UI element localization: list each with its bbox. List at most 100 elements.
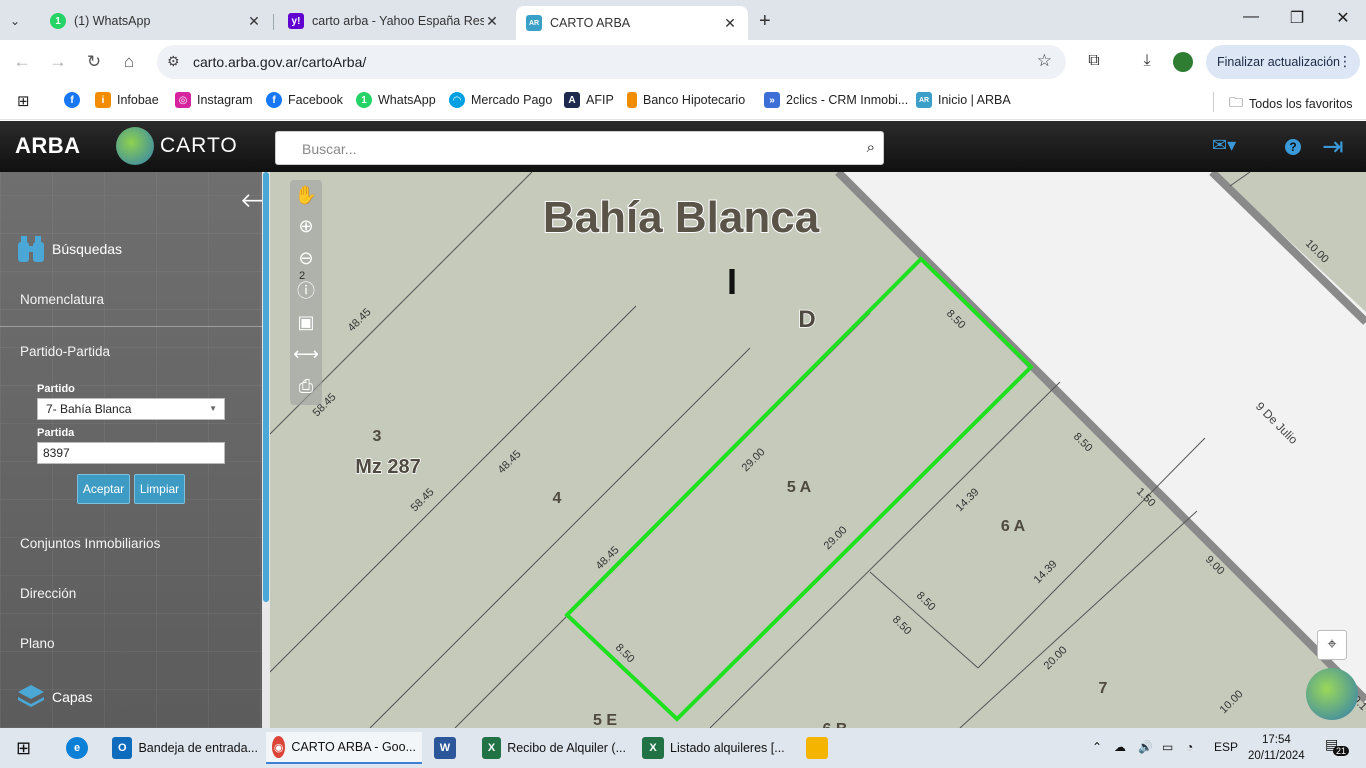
map-canvas[interactable]: Bahía Blanca I D Mz 287 3 4 5 A 6 A 7 5 … xyxy=(270,172,1366,728)
bookmark-mercadopago[interactable]: ◠ Mercado Pago xyxy=(449,92,552,108)
back-icon[interactable]: ← xyxy=(12,52,32,72)
tab-carto-arba[interactable]: AR CARTO ARBA ✕ xyxy=(516,6,748,40)
layers-icon xyxy=(18,685,44,707)
section-label: Búsquedas xyxy=(52,241,123,257)
volume-icon[interactable]: 🔊 xyxy=(1138,740,1153,754)
logout-icon[interactable]: ⇥ xyxy=(1322,131,1344,162)
measure-icon[interactable]: ⟷ xyxy=(293,342,319,366)
info-icon[interactable]: ⓘ xyxy=(294,278,318,302)
update-button[interactable]: Finalizar actualización ⋮ xyxy=(1206,45,1360,79)
url-text[interactable]: carto.arba.gov.ar/cartoArba/ xyxy=(193,54,366,70)
arba-icon: AR xyxy=(526,15,542,31)
taskbar-app-excel-recibo[interactable]: X Recibo de Alquiler (... xyxy=(476,732,632,764)
excel-icon: X xyxy=(642,737,664,759)
start-icon[interactable]: ⊞ xyxy=(10,732,37,764)
taskbar-app-chrome[interactable]: ◉ CARTO ARBA - Goo... xyxy=(266,732,422,764)
pan-hand-icon[interactable]: ✋ xyxy=(294,183,318,207)
all-bookmarks[interactable]: 🗀 Todos los favoritos xyxy=(1229,92,1353,116)
sidebar-item-plano[interactable]: Plano xyxy=(20,636,55,651)
sidebar-scrollbar[interactable] xyxy=(262,172,270,728)
bookmark-whatsapp[interactable]: 1 WhatsApp xyxy=(356,92,436,108)
scroll-thumb[interactable] xyxy=(263,172,269,602)
map-search: ⌕ xyxy=(275,131,884,165)
wifi-icon[interactable]: ◔ xyxy=(1186,740,1193,754)
arba-logo[interactable]: ARBA xyxy=(15,133,81,159)
sidebar-item-nomenclatura[interactable]: Nomenclatura xyxy=(20,292,104,307)
home-icon[interactable]: ⌂ xyxy=(119,52,139,72)
bookmark-label: Facebook xyxy=(288,93,343,107)
bookmark-label: WhatsApp xyxy=(378,93,436,107)
search-icon[interactable]: ⌕ xyxy=(867,139,875,156)
mail-icon[interactable]: ✉▾ xyxy=(1212,135,1236,156)
forward-icon[interactable]: → xyxy=(48,52,68,72)
help-icon[interactable]: ? xyxy=(1285,135,1301,156)
manzana-label: Mz 287 xyxy=(355,456,421,478)
tray-chevron-icon[interactable]: ⌃ xyxy=(1092,740,1102,754)
close-tab-icon[interactable]: ✕ xyxy=(722,15,738,32)
close-tab-icon[interactable]: ✕ xyxy=(246,13,262,30)
taskbar-app-outlook[interactable]: O Bandeja de entrada... xyxy=(106,732,264,764)
map-svg[interactable]: Bahía Blanca I D Mz 287 3 4 5 A 6 A 7 5 … xyxy=(270,172,1366,728)
carto-logo[interactable]: CARTO xyxy=(116,127,238,165)
update-label: Finalizar actualización xyxy=(1217,55,1340,69)
parcel-label: 5 A xyxy=(787,479,812,496)
edge-icon[interactable]: e xyxy=(60,732,100,764)
new-tab-icon[interactable]: + xyxy=(759,10,771,33)
section-capas[interactable]: Capas xyxy=(16,682,92,712)
taskbar-app-explorer[interactable] xyxy=(800,732,840,764)
zoom-in-icon[interactable]: ⊕ xyxy=(294,214,318,238)
bookmark-infobae[interactable]: i Infobae xyxy=(95,92,159,108)
tab-search-button[interactable]: ⌄ xyxy=(0,6,40,36)
outlook-icon: O xyxy=(112,737,133,759)
bookmark-instagram[interactable]: ◎ Instagram xyxy=(175,92,253,108)
bookmark-facebook[interactable]: f Facebook xyxy=(266,92,343,108)
yahoo-icon: y! xyxy=(288,13,304,29)
address-bar[interactable]: ⚙ carto.arba.gov.ar/cartoArba/ ☆ xyxy=(157,45,1066,79)
partida-input[interactable] xyxy=(37,442,225,464)
bookmark-banco-hipotecario[interactable]: Banco Hipotecario xyxy=(627,92,745,108)
battery-icon[interactable]: ▭ xyxy=(1162,740,1173,754)
taskbar-app-excel-listado[interactable]: X Listado alquileres [... xyxy=(636,732,792,764)
globe-icon xyxy=(116,127,154,165)
download-icon[interactable]: ⤓ xyxy=(1136,52,1158,70)
select-area-icon[interactable]: ▣ xyxy=(294,310,318,334)
app-header: ARBA CARTO ⌕ ✉▾ ? ⇥ xyxy=(0,121,1366,172)
clock[interactable]: 17:54 20/11/2024 xyxy=(1248,732,1305,764)
extensions-icon[interactable]: ⧉ xyxy=(1083,52,1105,70)
section-busquedas[interactable]: Búsquedas xyxy=(16,234,122,264)
block-area xyxy=(270,172,1366,728)
language-indicator[interactable]: ESP xyxy=(1214,740,1238,754)
partido-select[interactable]: 7- Bahía Blanca ▼ xyxy=(37,398,225,420)
aceptar-button[interactable]: Aceptar xyxy=(77,474,130,504)
bookmark-star-icon[interactable]: ☆ xyxy=(1037,51,1052,71)
cloud-icon[interactable]: ☁ xyxy=(1114,740,1126,754)
limpiar-button[interactable]: Limpiar xyxy=(134,474,185,504)
close-window-icon[interactable]: ✕ xyxy=(1328,8,1358,28)
minimize-icon[interactable]: — xyxy=(1236,8,1266,26)
sidebar-item-direccion[interactable]: Dirección xyxy=(20,586,76,601)
sidebar-item-partido-partida[interactable]: Partido-Partida xyxy=(20,344,110,359)
time: 17:54 xyxy=(1261,734,1291,746)
locate-me-icon[interactable]: ⌖ xyxy=(1317,630,1347,660)
print-icon[interactable]: ⎙ xyxy=(294,374,318,398)
parcel-label: 4 xyxy=(553,490,562,507)
bookmark-2clics[interactable]: » 2clics - CRM Inmobi... xyxy=(764,92,908,108)
restore-icon[interactable]: ❐ xyxy=(1282,8,1312,28)
bookmark-label: Todos los favoritos xyxy=(1249,97,1353,111)
notifications-icon[interactable]: ▤ 21 xyxy=(1325,736,1350,758)
taskbar-app-word[interactable]: W xyxy=(428,732,468,764)
site-info-icon[interactable]: ⚙ xyxy=(167,53,180,70)
search-input[interactable] xyxy=(284,138,844,160)
bookmarks-bar: ⊞ f i Infobae ◎ Instagram f Facebook 1 Whats… xyxy=(0,84,1366,120)
close-tab-icon[interactable]: ✕ xyxy=(484,13,500,30)
bookmark-facebook-icon[interactable]: f xyxy=(64,92,86,108)
menu-dots-icon[interactable]: ⋮ xyxy=(1338,53,1352,70)
sidebar-item-conjuntos[interactable]: Conjuntos Inmobiliarios xyxy=(20,536,160,551)
tab-yahoo[interactable]: y! carto arba - Yahoo España Resu ✕ xyxy=(278,6,510,36)
bookmark-arba[interactable]: AR Inicio | ARBA xyxy=(916,92,1011,108)
bookmark-afip[interactable]: A AFIP xyxy=(564,92,614,108)
apps-grid-icon[interactable]: ⊞ xyxy=(17,92,30,110)
tab-whatsapp[interactable]: 1 (1) WhatsApp ✕ xyxy=(40,6,272,36)
profile-icon[interactable] xyxy=(1172,52,1194,77)
reload-icon[interactable]: ↻ xyxy=(84,52,104,72)
